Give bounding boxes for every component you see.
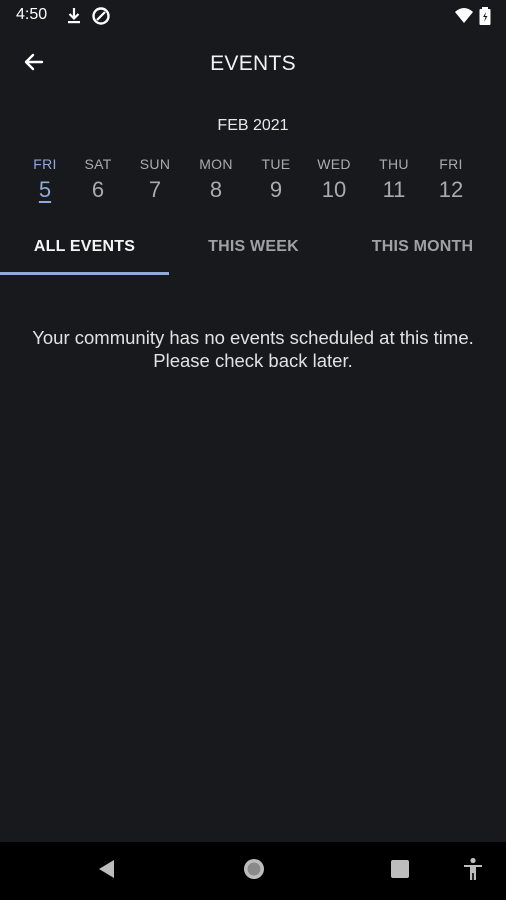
app-bar: EVENTS	[0, 32, 506, 96]
day-mon-8[interactable]: MON 8	[186, 156, 246, 203]
tab-this-week[interactable]: THIS WEEK	[169, 220, 338, 274]
day-name: SUN	[139, 156, 171, 172]
day-tue-9[interactable]: TUE 9	[246, 156, 306, 203]
day-name: FRI	[33, 156, 57, 172]
empty-state-message: Your community has no events scheduled a…	[32, 327, 474, 371]
accessibility-icon	[462, 857, 484, 886]
events-screen: 4:50 EVENTS FEB 2021 FRI 5 SAT 6 SUN 7 M…	[0, 0, 506, 900]
nav-accessibility-button[interactable]	[458, 856, 488, 886]
wifi-icon	[454, 6, 474, 26]
event-tabs: ALL EVENTS THIS WEEK THIS MONTH	[0, 220, 506, 276]
day-number: 10	[321, 177, 347, 202]
day-number: 7	[148, 177, 162, 202]
day-wed-10[interactable]: WED 10	[304, 156, 364, 203]
day-name: SAT	[84, 156, 112, 172]
day-name: TUE	[261, 156, 291, 172]
day-number: 11	[382, 177, 406, 202]
day-fri-5[interactable]: FRI 5	[15, 156, 75, 203]
data-saver-icon	[91, 6, 111, 26]
home-circle-icon	[242, 857, 266, 886]
nav-recents-button[interactable]	[385, 856, 415, 886]
tab-all-events[interactable]: ALL EVENTS	[0, 220, 169, 274]
day-name: THU	[379, 156, 409, 172]
day-sat-6[interactable]: SAT 6	[68, 156, 128, 203]
day-fri-12[interactable]: FRI 12	[421, 156, 481, 203]
day-number: 6	[91, 177, 105, 202]
day-sun-7[interactable]: SUN 7	[125, 156, 185, 203]
day-number: 12	[438, 177, 464, 202]
day-name: WED	[317, 156, 351, 172]
day-strip: FRI 5 SAT 6 SUN 7 MON 8 TUE 9 WED 10 THU…	[0, 156, 506, 208]
tab-this-month[interactable]: THIS MONTH	[338, 220, 506, 274]
recents-square-icon	[390, 859, 410, 884]
download-icon	[64, 6, 84, 26]
system-nav-bar	[0, 842, 506, 900]
status-bar: 4:50	[0, 0, 506, 32]
day-name: MON	[199, 156, 233, 172]
page-title: EVENTS	[210, 52, 296, 75]
nav-home-button[interactable]	[239, 856, 269, 886]
day-number: 8	[209, 177, 223, 202]
day-number: 5	[38, 177, 52, 202]
battery-icon	[478, 6, 492, 26]
tab-indicator	[0, 272, 169, 275]
day-name: FRI	[439, 156, 463, 172]
month-label: FEB 2021	[217, 117, 289, 134]
status-time: 4:50	[16, 6, 48, 23]
day-number: 9	[269, 177, 283, 202]
back-triangle-icon	[96, 858, 116, 885]
day-thu-11[interactable]: THU 11	[364, 156, 424, 203]
nav-back-button[interactable]	[91, 856, 121, 886]
